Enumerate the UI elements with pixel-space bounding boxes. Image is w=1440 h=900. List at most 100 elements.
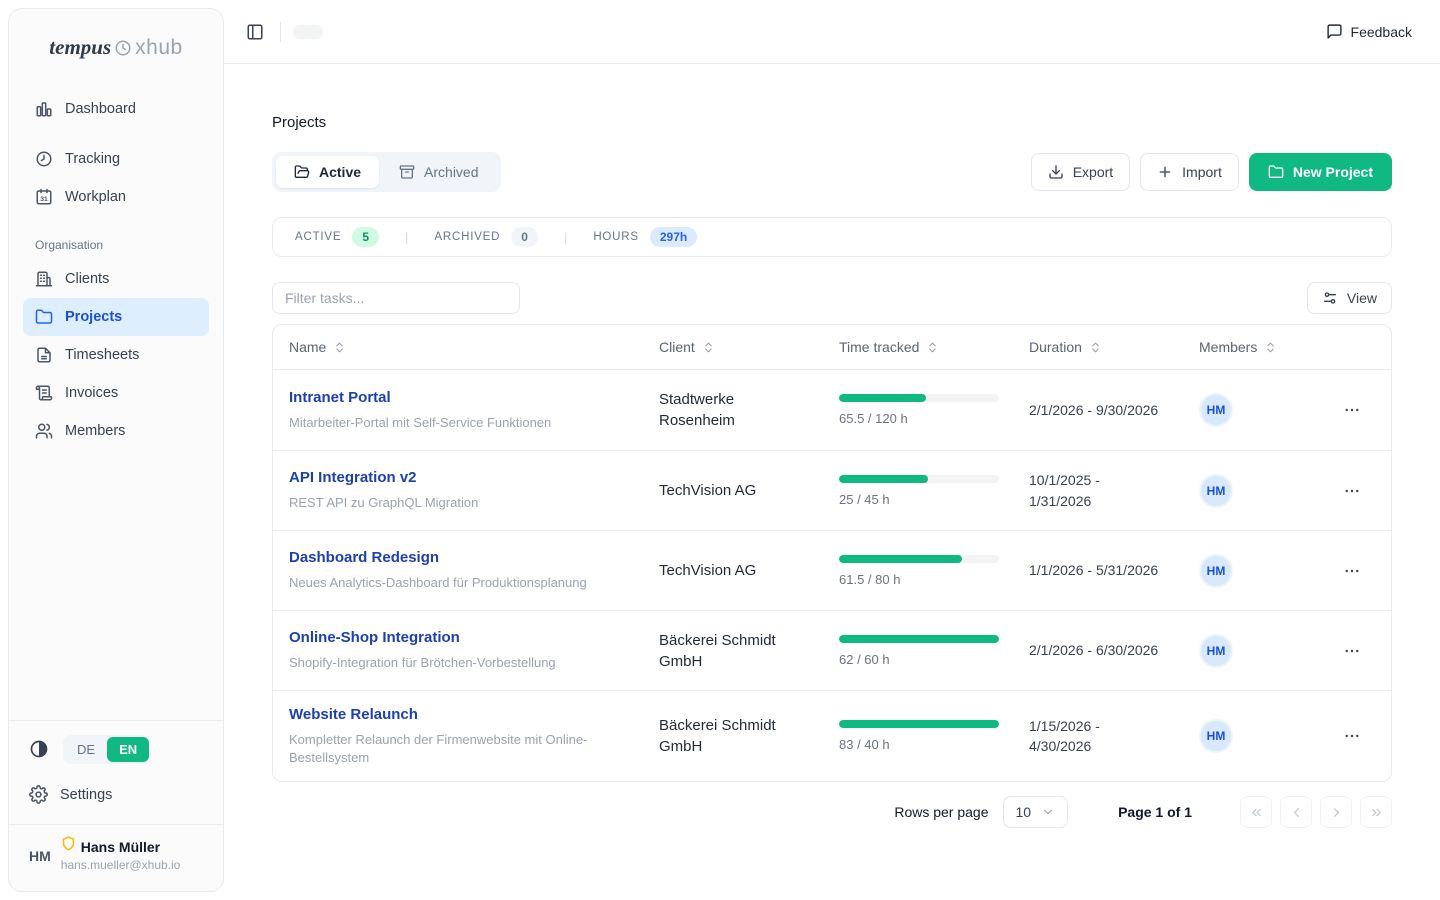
member-avatar[interactable]: HM <box>1199 393 1233 427</box>
progress-bar <box>839 475 999 483</box>
stat-divider: | <box>405 230 408 245</box>
client-name: Stadtwerke Rosenheim <box>643 389 823 431</box>
member-avatar[interactable]: HM <box>1199 474 1233 508</box>
language-option-en[interactable]: EN <box>107 737 149 762</box>
client-name: TechVision AG <box>643 560 823 581</box>
time-tracked-value: 62 / 60 h <box>839 652 1013 667</box>
tab-label: Archived <box>424 164 478 180</box>
sort-icon[interactable] <box>702 341 715 354</box>
bar-chart-icon <box>35 100 53 118</box>
table-row[interactable]: Dashboard Redesign Neues Analytics-Dashb… <box>273 530 1391 610</box>
column-header-time-tracked: Time tracked <box>839 339 919 355</box>
project-name-link[interactable]: Intranet Portal <box>289 389 391 406</box>
progress-bar <box>839 720 999 728</box>
user-profile[interactable]: HM Hans Müller hans.mueller@xhub.io <box>9 824 223 892</box>
tab-archived[interactable]: Archived <box>381 156 496 188</box>
feedback-button[interactable]: Feedback <box>1326 23 1412 40</box>
new-project-label: New Project <box>1293 164 1373 180</box>
export-label: Export <box>1073 164 1113 180</box>
progress-bar-fill <box>839 720 999 728</box>
settings-label: Settings <box>60 787 112 803</box>
member-avatar[interactable]: HM <box>1199 719 1233 753</box>
page-info: Page 1 of 1 <box>1118 804 1192 820</box>
sidebar-item-timesheets[interactable]: Timesheets <box>23 336 209 374</box>
row-actions-button[interactable] <box>1339 558 1365 584</box>
sidebar-item-members[interactable]: Members <box>23 412 209 450</box>
sort-icon[interactable] <box>333 341 346 354</box>
gear-icon <box>29 785 48 804</box>
ellipsis-icon <box>1343 562 1361 580</box>
sort-icon[interactable] <box>926 341 939 354</box>
sidebar-item-tracking[interactable]: Tracking <box>23 140 209 178</box>
calendar-icon: 31 <box>35 188 53 206</box>
sidebar-item-settings[interactable]: Settings <box>23 776 209 814</box>
pagination: Rows per page 10 Page 1 of 1 <box>272 790 1392 834</box>
theme-contrast-icon[interactable] <box>29 739 49 759</box>
project-description: Mitarbeiter-Portal mit Self-Service Funk… <box>289 414 643 432</box>
tab-active[interactable]: Active <box>276 156 379 188</box>
time-tracked-value: 83 / 40 h <box>839 737 1013 752</box>
table-row[interactable]: Online-Shop Integration Shopify-Integrat… <box>273 610 1391 690</box>
column-header-name: Name <box>289 339 326 355</box>
topbar-divider <box>280 22 281 42</box>
sidebar-item-dashboard[interactable]: Dashboard <box>23 90 209 128</box>
table-row[interactable]: Intranet Portal Mitarbeiter-Portal mit S… <box>273 370 1391 450</box>
table-header: Name Client Time tracked Duration Member… <box>273 325 1391 370</box>
project-name-link[interactable]: Website Relaunch <box>289 706 418 723</box>
sort-icon[interactable] <box>1264 341 1277 354</box>
feedback-label: Feedback <box>1351 24 1412 40</box>
new-project-button[interactable]: New Project <box>1249 153 1392 191</box>
sidebar-item-invoices[interactable]: Invoices <box>23 374 209 412</box>
progress-bar-fill <box>839 394 926 402</box>
project-name-link[interactable]: Online-Shop Integration <box>289 629 460 646</box>
table-row[interactable]: API Integration v2 REST API zu GraphQL M… <box>273 450 1391 530</box>
member-avatar[interactable]: HM <box>1199 554 1233 588</box>
project-name-link[interactable]: Dashboard Redesign <box>289 549 439 566</box>
sidebar-item-label: Tracking <box>65 151 120 167</box>
rows-per-page-value: 10 <box>1016 804 1032 820</box>
rows-per-page-select[interactable]: 10 <box>1003 796 1069 828</box>
filter-tasks-input[interactable] <box>272 282 520 314</box>
stat-hours: HOURS 297h <box>593 227 697 247</box>
row-actions-button[interactable] <box>1339 723 1365 749</box>
last-page-button[interactable] <box>1360 796 1392 828</box>
progress-bar <box>839 394 999 402</box>
sidebar-toggle-button[interactable] <box>242 19 268 45</box>
ellipsis-icon <box>1343 642 1361 660</box>
progress-bar <box>839 635 999 643</box>
project-name-link[interactable]: API Integration v2 <box>289 469 417 486</box>
previous-page-button[interactable] <box>1280 796 1312 828</box>
member-avatar[interactable]: HM <box>1199 634 1233 668</box>
sidebar-item-workplan[interactable]: 31 Workplan <box>23 178 209 216</box>
sort-icon[interactable] <box>1089 341 1102 354</box>
language-toggle[interactable]: DE EN <box>63 735 151 764</box>
stat-badge-archived: 0 <box>511 227 538 247</box>
language-option-de[interactable]: DE <box>65 737 107 762</box>
row-actions-button[interactable] <box>1339 478 1365 504</box>
status-tabs: Active Archived <box>272 152 501 192</box>
ellipsis-icon <box>1343 401 1361 419</box>
document-icon <box>35 346 53 364</box>
sidebar-item-label: Dashboard <box>65 101 136 117</box>
import-button[interactable]: Import <box>1140 153 1239 191</box>
column-header-duration: Duration <box>1029 339 1082 355</box>
column-header-members: Members <box>1199 339 1257 355</box>
stat-archived: ARCHIVED 0 <box>434 227 538 247</box>
message-square-icon <box>1326 23 1343 40</box>
folder-icon <box>1268 164 1284 180</box>
ellipsis-icon <box>1343 727 1361 745</box>
sidebar-item-projects[interactable]: Projects <box>23 298 209 336</box>
duration-value: 1/1/2026 - 5/31/2026 <box>1013 560 1183 580</box>
sidebar-item-clients[interactable]: Clients <box>23 260 209 298</box>
view-button[interactable]: View <box>1307 282 1392 314</box>
next-page-button[interactable] <box>1320 796 1352 828</box>
clock-icon <box>35 150 53 168</box>
sidebar-item-label: Clients <box>65 271 109 287</box>
duration-value: 10/1/2025 - 1/31/2026 <box>1013 470 1183 511</box>
export-button[interactable]: Export <box>1031 153 1130 191</box>
sidebar-item-label: Workplan <box>65 189 126 205</box>
table-row[interactable]: Website Relaunch Kompletter Relaunch der… <box>273 690 1391 781</box>
first-page-button[interactable] <box>1240 796 1272 828</box>
row-actions-button[interactable] <box>1339 638 1365 664</box>
row-actions-button[interactable] <box>1339 397 1365 423</box>
